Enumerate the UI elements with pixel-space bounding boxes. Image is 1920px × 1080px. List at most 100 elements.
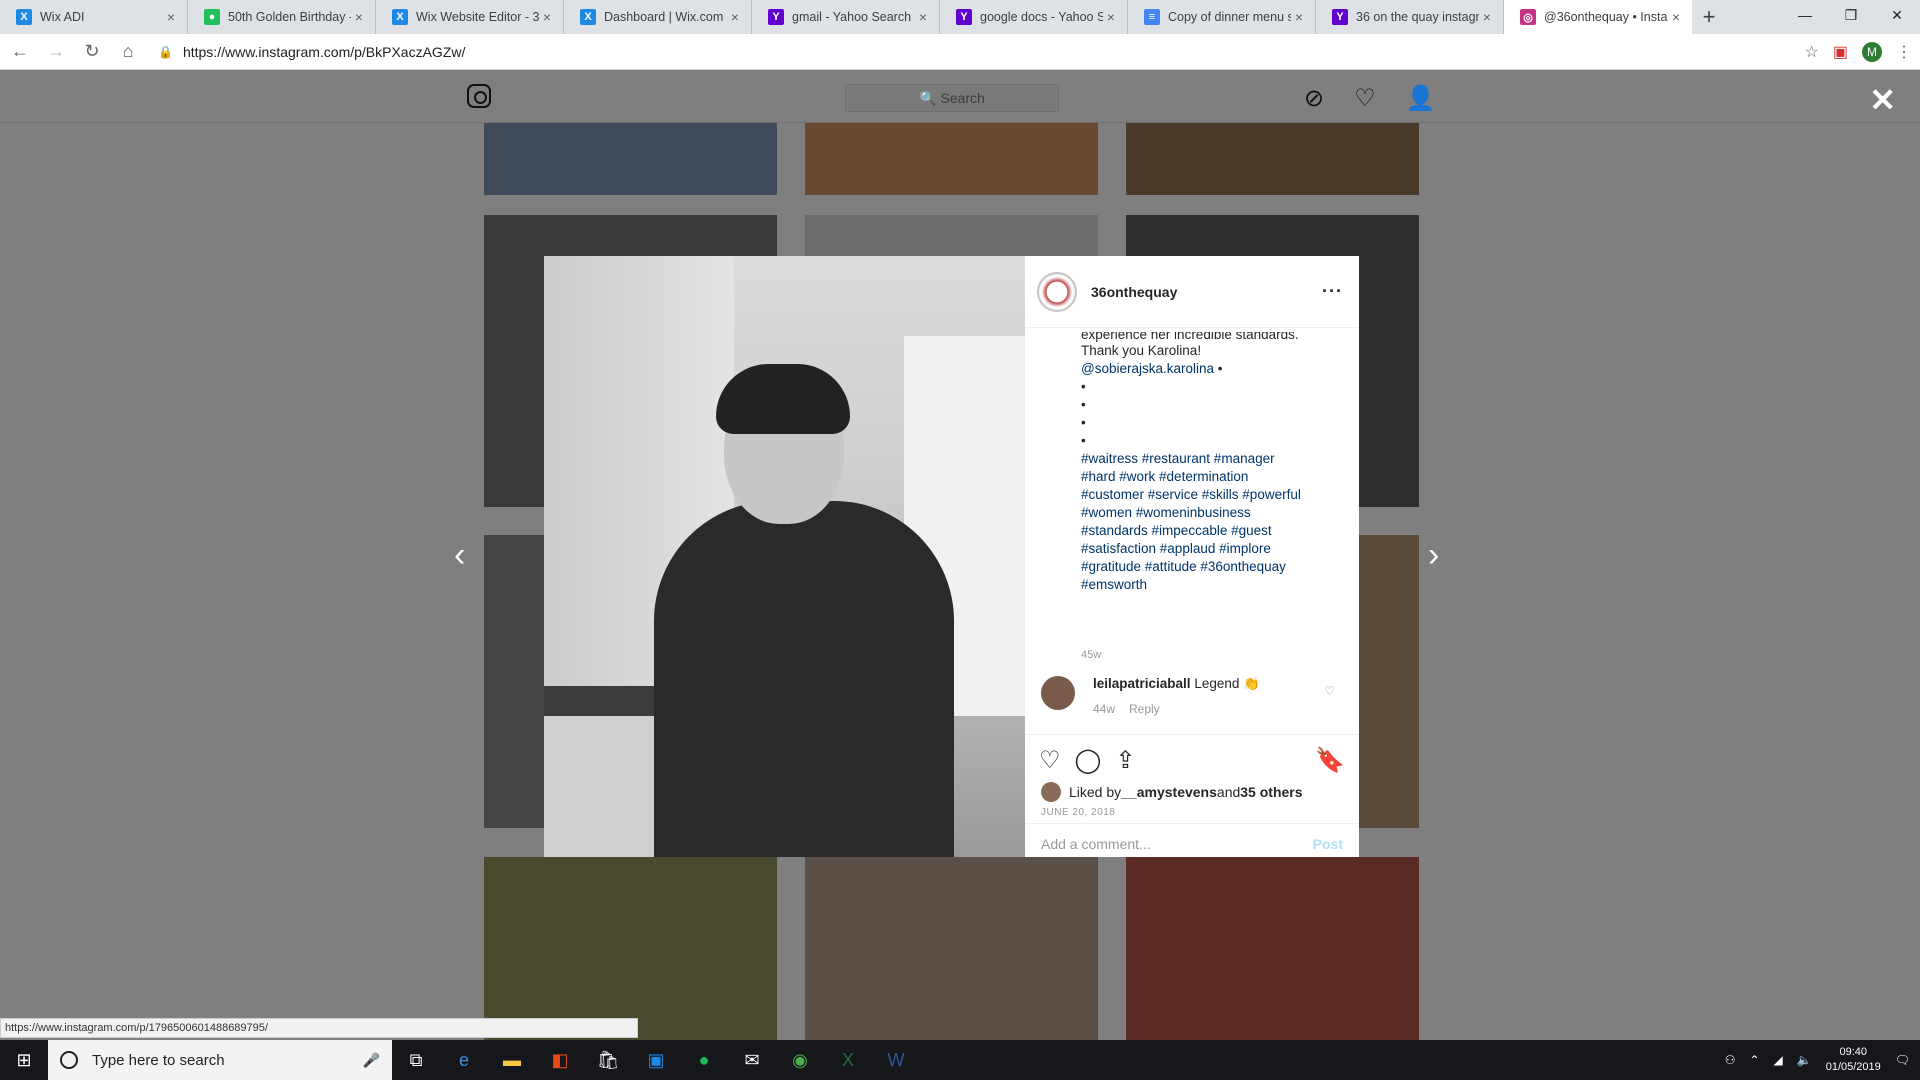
reload-icon[interactable]: ↻ — [76, 36, 108, 68]
post-photo[interactable] — [544, 256, 1025, 857]
hashtag-line[interactable]: #standards #impeccable #guest — [1081, 522, 1343, 540]
commenter-avatar[interactable] — [1041, 676, 1075, 710]
reply-button[interactable]: Reply — [1129, 702, 1160, 716]
browser-tab[interactable]: Ygmail - Yahoo Search R × — [752, 0, 940, 34]
microphone-icon[interactable]: 🎤 — [363, 1052, 380, 1069]
profile-avatar[interactable]: M — [1862, 42, 1882, 62]
grid-thumbnail[interactable] — [484, 123, 777, 195]
office-icon[interactable]: ◧ — [536, 1040, 584, 1080]
leaf-icon: ● — [204, 9, 220, 25]
wix-icon: X — [16, 9, 32, 25]
new-tab-button[interactable]: + — [1692, 0, 1726, 34]
hashtag-line[interactable]: #waitress #restaurant #manager — [1081, 450, 1343, 468]
taskbar-search-placeholder: Type here to search — [92, 1051, 225, 1069]
liked-others[interactable]: 35 others — [1240, 784, 1302, 800]
comment-input[interactable]: Add a comment... — [1041, 836, 1151, 852]
post-comment-button[interactable]: Post — [1313, 836, 1343, 852]
post-actions: ♡ ◯ ⇪ 🔖 — [1039, 746, 1345, 775]
hashtag-line[interactable]: #women #womeninbusiness — [1081, 504, 1343, 522]
chrome-icon[interactable]: ◉ — [776, 1040, 824, 1080]
notification-icon[interactable]: 🗨 — [1895, 1053, 1910, 1067]
browser-tab[interactable]: X Wix ADI × — [0, 0, 188, 34]
activity-heart-icon[interactable]: ♡ — [1354, 84, 1376, 113]
file-explorer-icon[interactable]: ▬ — [488, 1040, 536, 1080]
more-options-icon[interactable]: ··· — [1322, 281, 1343, 302]
profile-icon[interactable]: 👤 — [1406, 84, 1436, 113]
share-icon[interactable]: ⇪ — [1115, 746, 1135, 775]
explore-icon[interactable]: ⊘ — [1304, 84, 1324, 113]
author-avatar[interactable] — [1037, 271, 1077, 312]
close-tab-icon[interactable]: × — [539, 9, 555, 25]
like-icon[interactable]: ♡ — [1039, 746, 1061, 775]
like-comment-icon[interactable]: ♡ — [1324, 684, 1335, 698]
app-icon[interactable]: ▣ — [632, 1040, 680, 1080]
mention-suffix: • — [1214, 361, 1223, 376]
forward-icon[interactable]: → — [40, 36, 72, 68]
tray-chevron-icon[interactable]: ⌃ — [1749, 1053, 1759, 1067]
status-url-bar: https://www.instagram.com/p/179650060148… — [0, 1018, 638, 1038]
liked-user[interactable]: __amystevens — [1121, 784, 1217, 800]
volume-icon[interactable]: 🔈 — [1797, 1053, 1812, 1067]
hashtag-line[interactable]: #customer #service #skills #powerful — [1081, 486, 1343, 504]
instagram-logo-icon[interactable] — [467, 84, 491, 108]
tab-title: Copy of dinner menu s — [1168, 10, 1291, 24]
close-tab-icon[interactable]: × — [1668, 9, 1684, 25]
address-bar[interactable]: 🔒 https://www.instagram.com/p/BkPXaczAGZ… — [158, 38, 1778, 66]
edge-icon[interactable]: e — [440, 1040, 488, 1080]
grid-thumbnail[interactable] — [805, 123, 1098, 195]
close-tab-icon[interactable]: × — [351, 9, 367, 25]
author-username[interactable]: 36onthequay — [1091, 284, 1322, 300]
spotify-icon[interactable]: ● — [680, 1040, 728, 1080]
mail-icon[interactable]: ✉ — [728, 1040, 776, 1080]
yahoo-icon: Y — [956, 9, 972, 25]
minimize-icon[interactable]: — — [1782, 0, 1828, 30]
close-window-icon[interactable]: ✕ — [1874, 0, 1920, 30]
menu-kebab-icon[interactable]: ⋮ — [1896, 42, 1912, 62]
grid-thumbnail[interactable] — [484, 857, 777, 1040]
grid-thumbnail[interactable] — [805, 857, 1098, 1040]
word-icon[interactable]: W — [872, 1040, 920, 1080]
commenter-username[interactable]: leilapatriciaball — [1093, 676, 1191, 691]
close-tab-icon[interactable]: × — [1103, 9, 1119, 25]
close-tab-icon[interactable]: × — [915, 9, 931, 25]
search-input[interactable]: 🔍 Search — [845, 84, 1059, 112]
close-tab-icon[interactable]: × — [1479, 9, 1495, 25]
close-tab-icon[interactable]: × — [163, 9, 179, 25]
restore-icon[interactable]: ❐ — [1828, 0, 1874, 30]
windows-start-icon[interactable]: ⊞ — [0, 1040, 48, 1080]
previous-post-icon[interactable]: ‹ — [454, 536, 465, 575]
excel-icon[interactable]: X — [824, 1040, 872, 1080]
browser-tab[interactable]: ● 50th Golden Birthday - × — [188, 0, 376, 34]
bookmark-star-icon[interactable]: ☆ — [1805, 42, 1819, 62]
browser-tab[interactable]: Y 36 on the quay instagra × — [1316, 0, 1504, 34]
hashtag-line[interactable]: #emsworth — [1081, 576, 1343, 594]
browser-tab[interactable]: ◎ @36onthequay • Insta × — [1504, 0, 1692, 34]
hashtag-line[interactable]: #satisfaction #applaud #implore — [1081, 540, 1343, 558]
next-post-icon[interactable]: › — [1428, 536, 1439, 575]
extension-icon[interactable]: ▣ — [1833, 42, 1848, 62]
hashtag-line[interactable]: #hard #work #determination — [1081, 468, 1343, 486]
mention-link[interactable]: @sobierajska.karolina — [1081, 361, 1214, 376]
taskbar-search[interactable]: Type here to search 🎤 — [48, 1040, 392, 1080]
people-icon[interactable]: ⚇ — [1725, 1053, 1736, 1067]
browser-tab[interactable]: X Wix Website Editor - 36 × — [376, 0, 564, 34]
grid-thumbnail[interactable] — [1126, 123, 1419, 195]
close-tab-icon[interactable]: × — [1291, 9, 1307, 25]
hashtag-line[interactable]: #gratitude #attitude #36onthequay — [1081, 558, 1343, 576]
back-icon[interactable]: ← — [4, 36, 36, 68]
task-view-icon[interactable]: ⧉ — [392, 1040, 440, 1080]
store-icon[interactable]: 🛍 — [584, 1040, 632, 1080]
grid-thumbnail[interactable] — [1126, 857, 1419, 1040]
close-tab-icon[interactable]: × — [727, 9, 743, 25]
yahoo-icon: Y — [1332, 9, 1348, 25]
browser-tab[interactable]: Ygoogle docs - Yahoo Se × — [940, 0, 1128, 34]
comment-icon[interactable]: ◯ — [1075, 746, 1102, 775]
clock[interactable]: 09:40 01/05/2019 — [1826, 1045, 1881, 1075]
browser-tab[interactable]: ≡ Copy of dinner menu s × — [1128, 0, 1316, 34]
home-icon[interactable]: ⌂ — [112, 36, 144, 68]
network-icon[interactable]: ◢ — [1774, 1053, 1783, 1067]
close-modal-icon[interactable]: ✕ — [1869, 81, 1896, 119]
caption-bullet: • — [1081, 415, 1086, 430]
save-bookmark-icon[interactable]: 🔖 — [1315, 746, 1345, 775]
browser-tab[interactable]: X Dashboard | Wix.com × — [564, 0, 752, 34]
